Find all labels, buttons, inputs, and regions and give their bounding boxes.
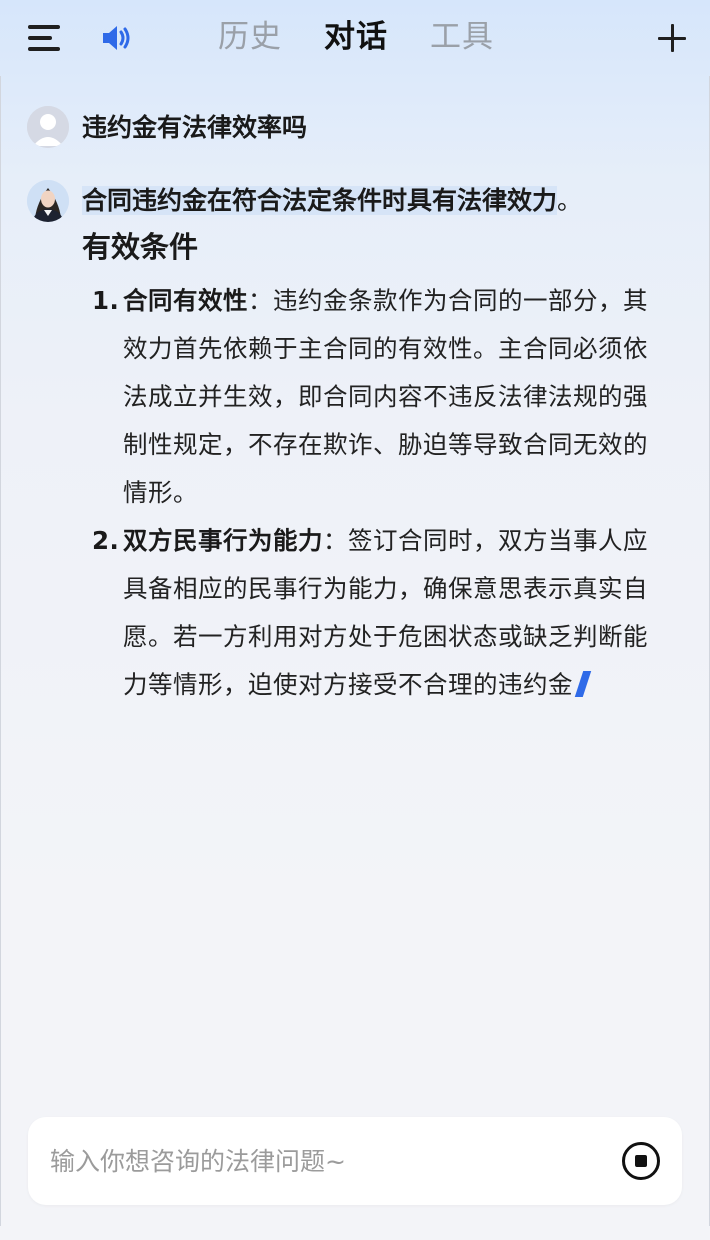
stop-icon[interactable] [622, 1142, 660, 1180]
section-title: 有效条件 [82, 230, 199, 264]
user-icon [27, 106, 69, 148]
user-question: 违约金有法律效率吗 [82, 113, 308, 142]
plus-icon[interactable] [656, 22, 688, 54]
list-term: 合同有效性 [123, 286, 248, 315]
answer-lead: 合同违约金在符合法定条件时具有法律效力。 [82, 181, 672, 221]
speaker-icon[interactable] [100, 20, 136, 56]
answer-lead-end: 。 [557, 186, 583, 215]
question-input[interactable] [48, 1135, 592, 1187]
tab-history[interactable]: 历史 [218, 14, 282, 60]
list-term: 双方民事行为能力 [123, 526, 323, 555]
list-number: 1. [92, 286, 120, 315]
assistant-portrait-icon [27, 180, 69, 222]
assistant-avatar [27, 180, 69, 222]
input-bar [28, 1117, 682, 1205]
list-item: 1. 合同有效性：违约金条款作为合同的一部分，其效力首先依赖于主合同的有效性。主合… [82, 277, 672, 517]
list-number: 2. [92, 526, 120, 555]
stop-square [635, 1155, 647, 1167]
user-avatar [27, 106, 69, 148]
typing-cursor [574, 671, 592, 697]
list-item: 2. 双方民事行为能力：签订合同时，双方当事人应具备相应的民事行为能力，确保意思表… [82, 517, 672, 709]
menu-icon[interactable] [26, 22, 64, 54]
condition-list: 1. 合同有效性：违约金条款作为合同的一部分，其效力首先依赖于主合同的有效性。主合… [82, 277, 672, 709]
answer-lead-highlight: 合同违约金在符合法定条件时具有法律效力 [82, 186, 558, 215]
list-text: ：违约金条款作为合同的一部分，其效力首先依赖于主合同的有效性。主合同必须依法成立… [123, 286, 648, 507]
assistant-answer: 合同违约金在符合法定条件时具有法律效力。 有效条件 1. 合同有效性：违约金条款作… [82, 181, 672, 709]
tab-chat[interactable]: 对话 [324, 14, 388, 60]
top-bar: 历史 对话 工具 [0, 0, 710, 76]
frame-border-left [0, 76, 1, 1226]
tab-tools[interactable]: 工具 [430, 14, 494, 60]
